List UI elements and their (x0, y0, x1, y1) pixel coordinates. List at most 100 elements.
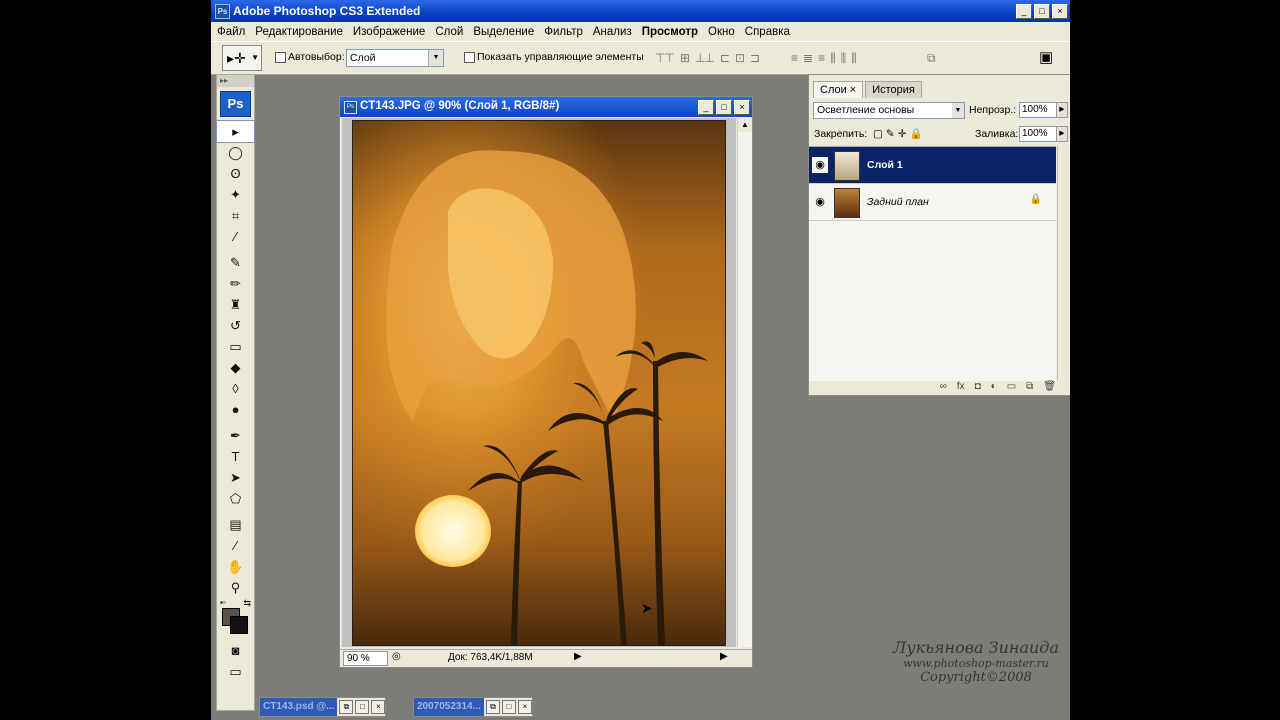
swap-colors-icon[interactable]: ⇆ (243, 598, 251, 609)
toolbox-grip[interactable]: ▸▸ (217, 75, 254, 87)
mask-icon[interactable]: ◘ (975, 381, 981, 395)
eraser-icon[interactable]: ▭ (217, 336, 254, 357)
ps-logo[interactable]: Ps (220, 91, 251, 117)
doc-maximize-button[interactable]: □ (716, 100, 732, 115)
minimized-doc-1[interactable]: CT143.psd @... ⧉ □ × (259, 697, 387, 717)
opacity-slider-button[interactable]: ▶ (1056, 102, 1068, 118)
menu-view[interactable]: Просмотр (636, 26, 702, 38)
vertical-scrollbar[interactable]: ▲ (737, 118, 752, 647)
notes-icon[interactable]: ▤ (217, 514, 254, 535)
history-brush-icon[interactable]: ↺ (217, 315, 254, 336)
distribute-hcenter-icon[interactable]: ⫼ (841, 51, 846, 66)
menu-image[interactable]: Изображение (347, 26, 429, 38)
magic-wand-icon[interactable]: ✦ (217, 184, 254, 205)
auto-align-icon[interactable]: ⧉ (927, 51, 936, 66)
fill-field[interactable]: 100% (1019, 126, 1057, 142)
distribute-bottom-icon[interactable]: ≡ (818, 51, 825, 66)
distribute-left-icon[interactable]: ⫼ (830, 51, 835, 66)
distribute-buttons[interactable]: ≡ ≣ ≡ ⫼ ⫼ ⫼ (791, 51, 857, 66)
layer-row[interactable]: ◉ Задний план 🔒 (809, 184, 1056, 221)
align-top-icon[interactable]: ⊤⊤ (655, 51, 675, 65)
align-right-icon[interactable]: ⊐ (750, 51, 760, 65)
type-icon[interactable]: T (217, 446, 254, 467)
fx-icon[interactable]: fx (957, 381, 965, 395)
close-icon[interactable]: × (517, 700, 532, 714)
pen-icon[interactable]: ✒ (217, 425, 254, 446)
menu-analysis[interactable]: Анализ (587, 26, 636, 38)
distribute-right-icon[interactable]: ⫼ (851, 51, 856, 66)
menu-layer[interactable]: Слой (429, 26, 467, 38)
fill-slider-button[interactable]: ▶ (1056, 126, 1068, 142)
elliptical-marquee-icon[interactable]: ◯ (217, 142, 254, 163)
minimized-doc-2[interactable]: 2007052314... ⧉ □ × (413, 697, 533, 717)
document-title-bar[interactable]: Ps CT143.JPG @ 90% (Слой 1, RGB/8#) _ □ … (340, 97, 752, 117)
align-bottom-icon[interactable]: ⊥⊥ (695, 51, 715, 65)
blur-icon[interactable]: ◊ (217, 378, 254, 399)
minimized-doc-label[interactable]: 2007052314... (414, 698, 484, 716)
eyedropper-icon[interactable]: ⁄ (217, 226, 254, 247)
doc-minimize-button[interactable]: _ (698, 100, 714, 115)
shape-icon[interactable]: ⬠ (217, 488, 254, 509)
lasso-icon[interactable]: ʘ (217, 163, 254, 184)
zoom-field[interactable]: 90 % (343, 651, 388, 666)
canvas-area[interactable] (342, 118, 736, 647)
layer-name[interactable]: Задний план (867, 196, 929, 208)
link-icon[interactable]: ∞ (940, 381, 947, 395)
minimized-doc-label[interactable]: CT143.psd @... (260, 698, 338, 716)
menu-file[interactable]: Файл (211, 26, 249, 38)
layer-name[interactable]: Слой 1 (867, 159, 903, 171)
close-button[interactable]: × (1052, 4, 1068, 19)
distribute-vcenter-icon[interactable]: ≣ (803, 51, 813, 66)
menu-edit[interactable]: Редактирование (249, 26, 347, 38)
tool-preset-picker[interactable]: ▸✛ ▼ (222, 45, 262, 71)
align-hcenter-icon[interactable]: ⊡ (735, 51, 745, 65)
quick-mask-icon[interactable]: ◙ (217, 640, 254, 661)
scroll-up-icon[interactable]: ▲ (738, 118, 752, 132)
path-selection-icon[interactable]: ➤ (217, 467, 254, 488)
paint-bucket-icon[interactable]: ◆ (217, 357, 254, 378)
hand-icon[interactable]: ✋ (217, 556, 254, 577)
menu-window[interactable]: Окно (702, 26, 739, 38)
new-layer-icon[interactable]: ⧉ (1026, 381, 1033, 395)
color-sampler-icon[interactable]: ⁄ (217, 535, 254, 556)
adjustment-icon[interactable]: ◐ (991, 381, 997, 395)
layer-row[interactable]: ◉ Слой 1 (809, 147, 1056, 184)
trash-icon[interactable]: 🗑 (1043, 381, 1056, 395)
align-left-icon[interactable]: ⊏ (720, 51, 730, 65)
background-color[interactable] (230, 616, 248, 634)
lock-icons[interactable]: ▢✎✛🔒 (873, 127, 926, 140)
dodge-icon[interactable]: ● (217, 399, 254, 420)
tab-layers[interactable]: Слои × (813, 81, 864, 98)
group-icon[interactable]: ▭ (1007, 381, 1016, 395)
autoselect-select[interactable]: Слой ▼ (346, 49, 444, 67)
status-menu-icon[interactable]: ◎ (392, 651, 401, 662)
tab-history[interactable]: История (865, 81, 922, 98)
maximize-button[interactable]: □ (1034, 4, 1050, 19)
menu-select[interactable]: Выделение (467, 26, 538, 38)
layers-scrollbar[interactable] (1057, 146, 1070, 380)
blend-mode-select[interactable]: Осветление основы ▼ (813, 102, 965, 119)
show-controls-checkbox[interactable] (464, 52, 475, 63)
status-arrow-icon[interactable]: ▶ (574, 651, 582, 662)
maximize-icon[interactable]: □ (501, 700, 516, 714)
auto-align-button[interactable]: ⧉ (927, 51, 936, 66)
healing-brush-icon[interactable]: ✎ (217, 252, 254, 273)
minimize-button[interactable]: _ (1016, 4, 1032, 19)
default-colors-icon[interactable]: ▪▫ (220, 598, 226, 607)
canvas-image[interactable] (352, 120, 726, 646)
align-vcenter-icon[interactable]: ⊞ (680, 51, 690, 65)
screen-mode-icon[interactable]: ▭ (217, 661, 254, 682)
autoselect-checkbox[interactable] (275, 52, 286, 63)
restore-icon[interactable]: ⧉ (485, 700, 500, 714)
restore-icon[interactable]: ⧉ (339, 700, 354, 714)
visibility-eye-icon[interactable]: ◉ (812, 194, 828, 210)
move-tool-icon[interactable]: ▸ (216, 120, 255, 143)
doc-close-button[interactable]: × (734, 100, 750, 115)
menu-help[interactable]: Справка (739, 26, 794, 38)
zoom-icon[interactable]: ⚲ (217, 577, 254, 598)
close-icon[interactable]: × (371, 700, 386, 714)
scroll-right-icon[interactable]: ▶ (720, 651, 728, 662)
align-buttons[interactable]: ⊤⊤ ⊞ ⊥⊥ ⊏ ⊡ ⊐ (655, 51, 760, 65)
opacity-field[interactable]: 100% (1019, 102, 1057, 118)
visibility-eye-icon[interactable]: ◉ (812, 157, 828, 173)
